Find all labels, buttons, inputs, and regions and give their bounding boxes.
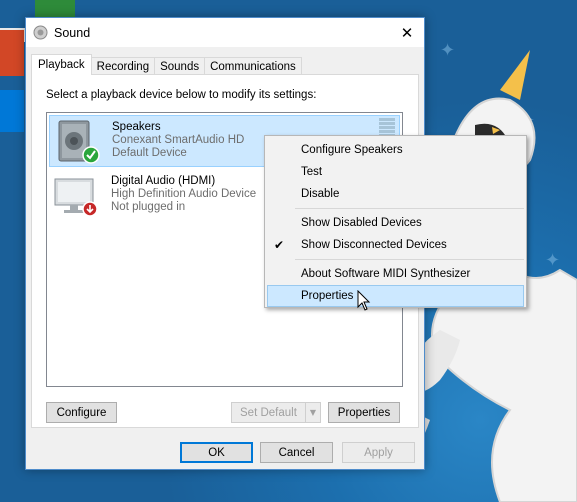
title-bar: Sound ✕ — [26, 18, 424, 47]
device-status: Default Device — [112, 147, 187, 159]
tab-communications[interactable]: Communications — [204, 57, 302, 75]
menu-separator — [295, 208, 524, 209]
monitor-icon — [54, 178, 98, 217]
red-down-arrow-icon — [82, 201, 98, 217]
menu-item-configure-speakers[interactable]: Configure Speakers — [267, 139, 524, 161]
menu-item-label: Show Disconnected Devices — [301, 239, 447, 251]
menu-item-label: Properties — [301, 290, 354, 302]
device-driver: High Definition Audio Device — [111, 188, 257, 200]
cancel-button[interactable]: Cancel — [260, 442, 333, 463]
menu-item-test[interactable]: Test — [267, 161, 524, 183]
context-menu: Configure Speakers Test Disable Show Dis… — [264, 135, 527, 308]
device-name: Digital Audio (HDMI) — [111, 175, 216, 187]
close-button[interactable]: ✕ — [390, 18, 424, 47]
menu-item-label: Configure Speakers — [301, 144, 403, 156]
green-check-icon — [82, 146, 100, 164]
tab-strip: Playback Recording Sounds Communications — [31, 54, 302, 75]
chevron-down-icon[interactable]: ▼ — [305, 403, 320, 422]
tab-sounds[interactable]: Sounds — [154, 57, 206, 75]
menu-item-label: Show Disabled Devices — [301, 217, 422, 229]
menu-item-label: Test — [301, 166, 323, 178]
set-default-button[interactable]: Set Default ▼ — [231, 402, 321, 423]
device-status: Not plugged in — [111, 201, 186, 213]
checkmark-icon: ✔ — [274, 238, 285, 252]
menu-item-show-disconnected[interactable]: ✔ Show Disconnected Devices — [267, 234, 524, 256]
set-default-label: Set Default — [240, 406, 297, 419]
properties-button[interactable]: Properties — [328, 402, 400, 423]
device-driver: Conexant SmartAudio HD — [112, 134, 245, 146]
speaker-icon — [58, 120, 100, 164]
close-icon: ✕ — [400, 23, 414, 42]
instruction-text: Select a playback device below to modify… — [46, 89, 317, 101]
menu-item-label: About Software MIDI Synthesizer — [301, 268, 471, 280]
mouse-cursor-icon — [357, 290, 371, 311]
start-tile-red — [0, 30, 24, 76]
apply-button[interactable]: Apply — [342, 442, 415, 463]
menu-item-label: Disable — [301, 188, 340, 200]
device-name: Speakers — [112, 121, 161, 133]
configure-button[interactable]: Configure — [46, 402, 117, 423]
tab-playback[interactable]: Playback — [31, 54, 92, 75]
start-tile-blue — [0, 90, 24, 132]
menu-separator — [295, 259, 524, 260]
ok-button[interactable]: OK — [180, 442, 253, 463]
tab-recording[interactable]: Recording — [90, 57, 156, 75]
menu-item-properties[interactable]: Properties — [267, 285, 524, 307]
sound-app-icon — [33, 25, 48, 40]
menu-item-disable[interactable]: Disable — [267, 183, 524, 205]
window-title: Sound — [54, 26, 91, 40]
menu-item-show-disabled[interactable]: Show Disabled Devices — [267, 212, 524, 234]
menu-item-about-midi[interactable]: About Software MIDI Synthesizer — [267, 263, 524, 285]
